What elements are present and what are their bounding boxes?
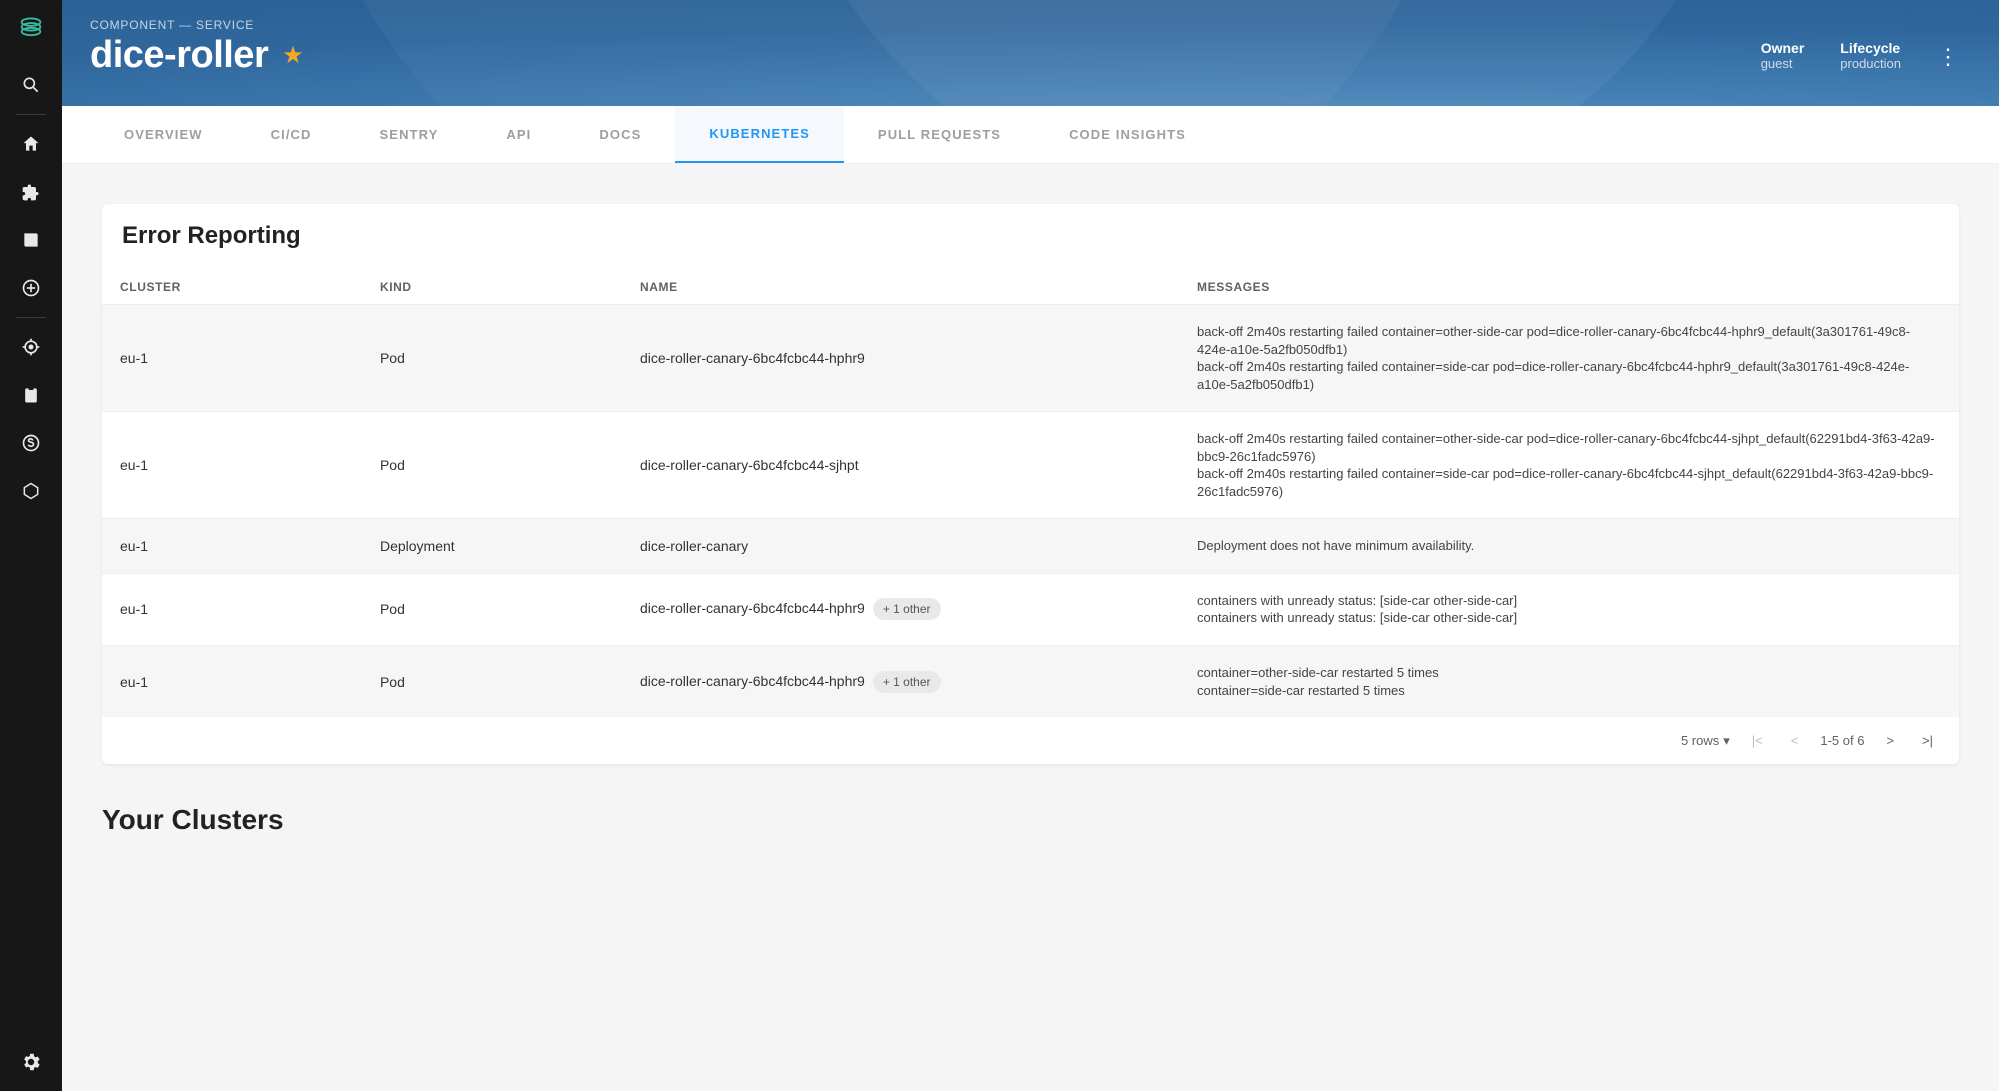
more-menu-icon[interactable]: ⋮ bbox=[1937, 40, 1959, 70]
cell-cluster: eu-1 bbox=[102, 573, 362, 645]
cell-kind: Pod bbox=[362, 573, 622, 645]
cell-name: dice-roller-canary bbox=[622, 519, 1179, 574]
cell-messages: back-off 2m40s restarting failed contain… bbox=[1179, 305, 1959, 412]
graph-icon[interactable] bbox=[20, 480, 42, 502]
cell-kind: Pod bbox=[362, 412, 622, 519]
cost-icon[interactable] bbox=[20, 432, 42, 454]
lifecycle-meta: Lifecycle production bbox=[1840, 40, 1901, 71]
tab-sentry[interactable]: SENTRY bbox=[346, 106, 473, 163]
tab-kubernetes[interactable]: KUBERNETES bbox=[675, 106, 844, 163]
table-row: eu-1Poddice-roller-canary-6bc4fcbc44-hph… bbox=[102, 646, 1959, 718]
col-messages: MESSAGES bbox=[1179, 270, 1959, 305]
error-table: CLUSTERKINDNAMEMESSAGES eu-1Poddice-roll… bbox=[102, 270, 1959, 717]
cell-name: dice-roller-canary-6bc4fcbc44-hphr9+ 1 o… bbox=[622, 573, 1179, 645]
tab-docs[interactable]: DOCS bbox=[565, 106, 675, 163]
owner-label: Owner bbox=[1761, 40, 1805, 56]
page-last-button[interactable]: >| bbox=[1916, 729, 1939, 752]
clipboard-icon[interactable] bbox=[20, 384, 42, 406]
tab-overview[interactable]: OVERVIEW bbox=[90, 106, 237, 163]
home-icon[interactable] bbox=[20, 133, 42, 155]
table-row: eu-1Deploymentdice-roller-canaryDeployme… bbox=[102, 519, 1959, 574]
your-clusters-title: Your Clusters bbox=[102, 804, 1959, 836]
cell-name: dice-roller-canary-6bc4fcbc44-sjhpt bbox=[622, 412, 1179, 519]
cell-name: dice-roller-canary-6bc4fcbc44-hphr9+ 1 o… bbox=[622, 646, 1179, 718]
error-reporting-card: Error Reporting CLUSTERKINDNAMEMESSAGES … bbox=[102, 204, 1959, 764]
cell-cluster: eu-1 bbox=[102, 412, 362, 519]
owner-value[interactable]: guest bbox=[1761, 56, 1805, 71]
extra-chip[interactable]: + 1 other bbox=[873, 598, 941, 620]
tab-bar: OVERVIEWCI/CDSENTRYAPIDOCSKUBERNETESPULL… bbox=[62, 106, 1999, 164]
settings-icon[interactable] bbox=[20, 1051, 42, 1073]
page-header: COMPONENT — SERVICE dice-roller ★ Owner … bbox=[62, 0, 1999, 106]
col-name: NAME bbox=[622, 270, 1179, 305]
tab-ci-cd[interactable]: CI/CD bbox=[237, 106, 346, 163]
col-cluster: CLUSTER bbox=[102, 270, 362, 305]
extra-chip[interactable]: + 1 other bbox=[873, 671, 941, 693]
cell-name: dice-roller-canary-6bc4fcbc44-hphr9 bbox=[622, 305, 1179, 412]
page-next-button[interactable]: > bbox=[1880, 729, 1900, 752]
col-kind: KIND bbox=[362, 270, 622, 305]
table-row: eu-1Poddice-roller-canary-6bc4fcbc44-sjh… bbox=[102, 412, 1959, 519]
breadcrumb: COMPONENT — SERVICE bbox=[90, 18, 304, 32]
target-icon[interactable] bbox=[20, 336, 42, 358]
cell-kind: Pod bbox=[362, 646, 622, 718]
tab-code-insights[interactable]: CODE INSIGHTS bbox=[1035, 106, 1220, 163]
lifecycle-label: Lifecycle bbox=[1840, 40, 1901, 56]
error-reporting-title: Error Reporting bbox=[102, 204, 1959, 270]
tab-pull-requests[interactable]: PULL REQUESTS bbox=[844, 106, 1035, 163]
puzzle-icon[interactable] bbox=[20, 181, 42, 203]
page-first-button[interactable]: |< bbox=[1746, 729, 1769, 752]
logo-icon[interactable] bbox=[17, 14, 45, 42]
cell-cluster: eu-1 bbox=[102, 519, 362, 574]
rows-per-page-select[interactable]: 5 rows ▾ bbox=[1681, 733, 1730, 749]
star-icon[interactable]: ★ bbox=[282, 41, 304, 70]
create-icon[interactable] bbox=[20, 277, 42, 299]
cell-messages: containers with unready status: [side-ca… bbox=[1179, 573, 1959, 645]
table-row: eu-1Poddice-roller-canary-6bc4fcbc44-hph… bbox=[102, 573, 1959, 645]
rows-label: 5 rows bbox=[1681, 733, 1719, 748]
page-title: dice-roller bbox=[90, 34, 268, 77]
library-icon[interactable] bbox=[20, 229, 42, 251]
owner-meta: Owner guest bbox=[1761, 40, 1805, 71]
lifecycle-value: production bbox=[1840, 56, 1901, 71]
sidebar bbox=[0, 0, 62, 1091]
cell-messages: back-off 2m40s restarting failed contain… bbox=[1179, 412, 1959, 519]
search-icon[interactable] bbox=[20, 74, 42, 96]
cell-messages: container=other-side-car restarted 5 tim… bbox=[1179, 646, 1959, 718]
chevron-down-icon: ▾ bbox=[1723, 733, 1730, 749]
page-range: 1-5 of 6 bbox=[1820, 733, 1864, 748]
cell-cluster: eu-1 bbox=[102, 646, 362, 718]
tab-api[interactable]: API bbox=[472, 106, 565, 163]
cell-kind: Deployment bbox=[362, 519, 622, 574]
cell-kind: Pod bbox=[362, 305, 622, 412]
page-prev-button[interactable]: < bbox=[1785, 729, 1805, 752]
table-footer: 5 rows ▾ |< < 1-5 of 6 > >| bbox=[102, 717, 1959, 764]
cell-messages: Deployment does not have minimum availab… bbox=[1179, 519, 1959, 574]
table-row: eu-1Poddice-roller-canary-6bc4fcbc44-hph… bbox=[102, 305, 1959, 412]
cell-cluster: eu-1 bbox=[102, 305, 362, 412]
